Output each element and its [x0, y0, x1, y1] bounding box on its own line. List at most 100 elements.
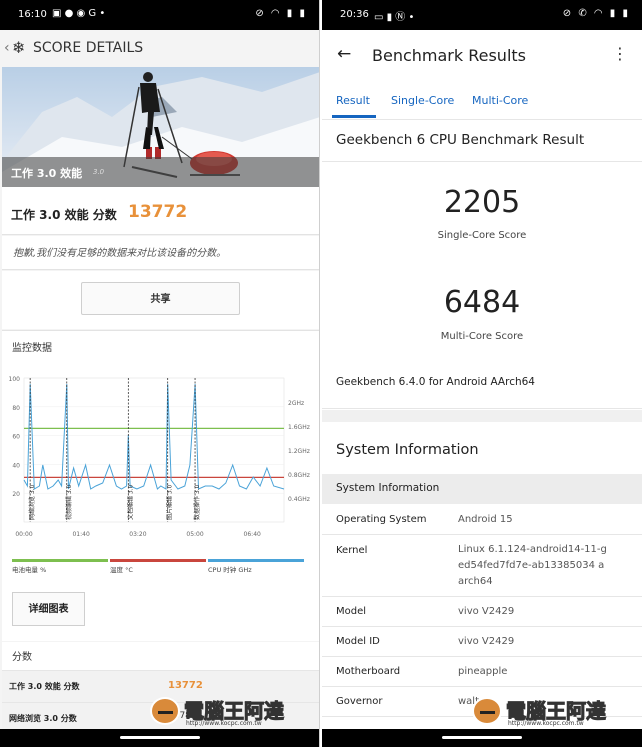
left-phone-screen: 16:10 ▣ ● ◉ G • ⊘ ◠ ▮ ▮ ‹ ❄ SCORE DETAIL…	[0, 0, 320, 747]
status-bar: 16:10 ▣ ● ◉ G • ⊘ ◠ ▮ ▮	[0, 0, 319, 30]
workload-marker-label: 视频编辑 3.0	[65, 484, 73, 520]
score-summary: 工作 3.0 效能 分数 13772	[2, 187, 319, 235]
screenshot-root: 16:10 ▣ ● ◉ G • ⊘ ◠ ▮ ▮ ‹ ❄ SCORE DETAIL…	[0, 0, 642, 747]
legend-label: 电池电量 %	[12, 565, 46, 574]
y-left-tick-label: 40	[12, 462, 20, 469]
info-value: Linux 6.1.124-android14-11-ged54fed7fd7e…	[458, 544, 607, 587]
info-key: Motherboard	[336, 666, 401, 677]
info-key: Model ID	[336, 636, 380, 647]
legend-label: CPU 时钟 GHz	[208, 565, 252, 574]
info-row: Model ID vivo V2429	[322, 627, 642, 657]
score-row-name: 工作 3.0 效能 分数	[9, 682, 80, 691]
info-row: Kernel Linux 6.1.124-android14-11-ged54f…	[322, 535, 642, 597]
tab-single-core[interactable]: Single-Core	[391, 94, 454, 107]
result-heading: Geekbench 6 CPU Benchmark Result	[322, 120, 642, 162]
back-chevron-icon[interactable]: ‹	[4, 40, 10, 56]
share-section: 共享	[2, 271, 319, 329]
status-bar: 20:36 ▭ ▮ Ⓝ • ⊘ ✆ ◠ ▮ ▮	[322, 0, 642, 30]
page-title: SCORE DETAILS	[33, 40, 144, 56]
status-icons: ⊘ ✆ ◠ ▮ ▮	[562, 8, 630, 19]
y-left-tick-label: 80	[12, 405, 20, 412]
gesture-bar	[0, 729, 319, 747]
multi-core-score: 6484	[443, 285, 521, 320]
notification-icon: ▣ ● ◉ G •	[52, 8, 106, 19]
back-arrow-icon[interactable]: ←	[337, 44, 351, 64]
score-row: 工作 3.0 效能 分数 13772	[2, 670, 319, 702]
hero-caption-title: 工作 3.0 效能	[11, 167, 83, 180]
y-left-tick-label: 20	[12, 491, 20, 498]
snowflake-icon: ❄	[12, 38, 26, 57]
share-button[interactable]: 共享	[81, 282, 240, 315]
title-bar: ‹ ❄ SCORE DETAILS	[0, 30, 319, 67]
home-indicator[interactable]	[119, 736, 200, 739]
tab-multi-core[interactable]: Multi-Core	[472, 94, 528, 107]
y-left-tick-label: 100	[9, 376, 21, 383]
scores-heading: 分数	[2, 642, 319, 670]
tab-indicator	[332, 115, 376, 118]
y-right-tick-label: 0.4GHz	[288, 496, 310, 503]
app-bar: ← Benchmark Results ⋮ Result Single-Core…	[322, 30, 642, 120]
info-value: Android 15	[458, 514, 513, 525]
legend-swatch	[12, 559, 108, 562]
detail-chart-button[interactable]: 详细图表	[12, 592, 85, 626]
gesture-bar	[322, 729, 642, 747]
no-data-message: 抱歉,我们没有足够的数据来对比该设备的分数。	[2, 236, 319, 270]
status-time: 16:10	[18, 9, 47, 20]
x-tick-label: 06:40	[244, 531, 261, 538]
y-right-tick-label: 0.8GHz	[288, 472, 310, 479]
legend-swatch	[208, 559, 304, 562]
info-key: Operating System	[336, 514, 427, 525]
info-row: Governor walt	[322, 687, 642, 717]
y-right-tick-label: 1.2GHz	[288, 448, 310, 455]
single-core-label: Single-Core Score	[437, 230, 527, 241]
x-tick-label: 00:00	[15, 531, 32, 538]
hero-caption: 工作 3.0 效能 3.0	[2, 157, 319, 187]
workload-marker-label: 网络浏览 3.0	[28, 484, 36, 520]
score-value: 13772	[128, 202, 188, 222]
info-row: Model vivo V2429	[322, 597, 642, 627]
workload-marker-label: 图片编辑 3.0	[166, 484, 174, 520]
tab-result[interactable]: Result	[336, 94, 370, 107]
sysinfo-heading: System Information	[322, 422, 642, 474]
x-tick-label: 05:00	[186, 531, 203, 538]
y-right-tick-label: 2GHz	[288, 400, 304, 407]
y-left-tick-label: 60	[12, 434, 20, 441]
notification-icon: ▭ ▮ Ⓝ •	[374, 12, 415, 23]
watermark-url: http://www.kocpc.com.tw	[508, 720, 584, 727]
monitor-heading: 监控数据	[2, 330, 319, 360]
y-right-tick-label: 1.6GHz	[288, 424, 310, 431]
single-core-score: 2205	[443, 185, 521, 220]
info-key: Kernel	[336, 545, 368, 556]
info-value: walt	[458, 696, 480, 707]
version-line: Geekbench 6.4.0 for Android AArch64	[322, 363, 642, 409]
workload-marker-label: 数据操作 3.0	[193, 484, 201, 520]
score-row-value: 13772	[168, 680, 203, 691]
info-value: vivo V2429	[458, 606, 515, 617]
monitor-chart: 100 80 60 40 20 2GHz 1.6GHz 1.2GHz 0.8GHz 0.4GHz 0…	[2, 360, 319, 585]
info-value: vivo V2429	[458, 636, 515, 647]
home-indicator[interactable]	[442, 736, 522, 739]
status-time: 20:36	[340, 9, 369, 20]
x-tick-label: 03:20	[129, 531, 146, 538]
score-row-name: 网络浏览 3.0 分数	[9, 714, 77, 723]
info-value: pineapple	[458, 666, 508, 677]
x-tick-label: 01:40	[72, 531, 89, 538]
info-key: Governor	[336, 696, 383, 707]
legend-label: 温度 °C	[110, 565, 133, 574]
info-key: Model	[336, 606, 367, 617]
status-icons: ⊘ ◠ ▮ ▮	[255, 8, 307, 19]
score-row-value: 10785	[168, 711, 197, 721]
info-row: Motherboard pineapple	[322, 657, 642, 687]
app-title: Benchmark Results	[372, 46, 526, 65]
more-vert-icon[interactable]: ⋮	[612, 44, 628, 63]
score-row: 网络浏览 3.0 分数 10785	[2, 702, 319, 729]
info-row: Operating System Android 15	[322, 504, 642, 535]
multi-core-label: Multi-Core Score	[440, 331, 524, 342]
hero-caption-version: 3.0	[93, 168, 105, 176]
workload-marker-label: 文档编辑 3.0	[126, 484, 134, 520]
right-phone-screen: 20:36 ▭ ▮ Ⓝ • ⊘ ✆ ◠ ▮ ▮ ← Benchmark Resu…	[322, 0, 642, 747]
score-label: 工作 3.0 效能 分数	[11, 208, 117, 222]
score-panel: 2205 Single-Core Score 6484 Multi-Core S…	[322, 163, 642, 363]
legend-swatch	[110, 559, 206, 562]
section-divider	[322, 410, 642, 422]
